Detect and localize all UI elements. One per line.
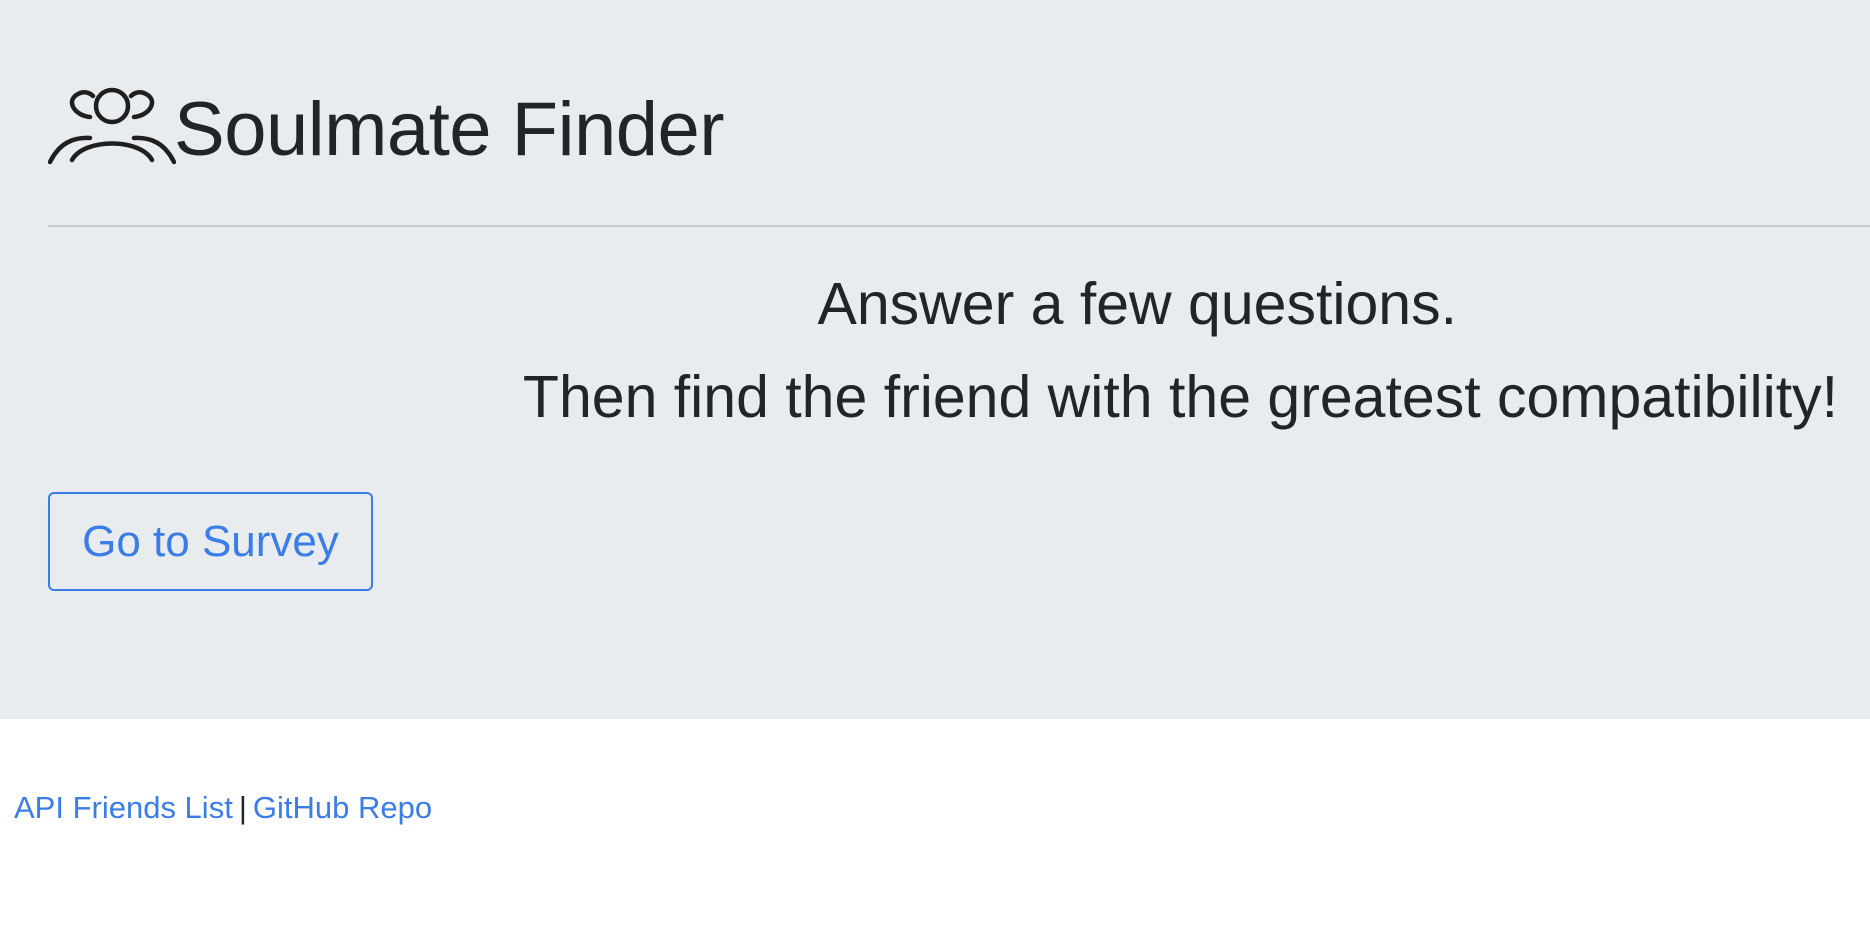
intro-line-1: Answer a few questions. <box>817 271 1458 337</box>
github-repo-link[interactable]: GitHub Repo <box>253 790 432 825</box>
jumbotron: Soulmate Finder Answer a few questions. … <box>0 0 1870 719</box>
people-group-icon <box>48 87 176 165</box>
brand: Soulmate Finder <box>48 80 725 180</box>
intro-line-2: Then find the friend with the greatest c… <box>522 364 1838 430</box>
footer-links: API Friends List | GitHub Repo <box>14 788 432 828</box>
go-to-survey-button[interactable]: Go to Survey <box>48 492 373 591</box>
page-title: Soulmate Finder <box>174 87 725 172</box>
header-divider <box>48 225 1870 227</box>
footer-separator: | <box>238 790 247 825</box>
intro-text: Answer a few questions. Then find the fr… <box>48 258 1838 444</box>
api-friends-list-link[interactable]: API Friends List <box>14 790 233 825</box>
